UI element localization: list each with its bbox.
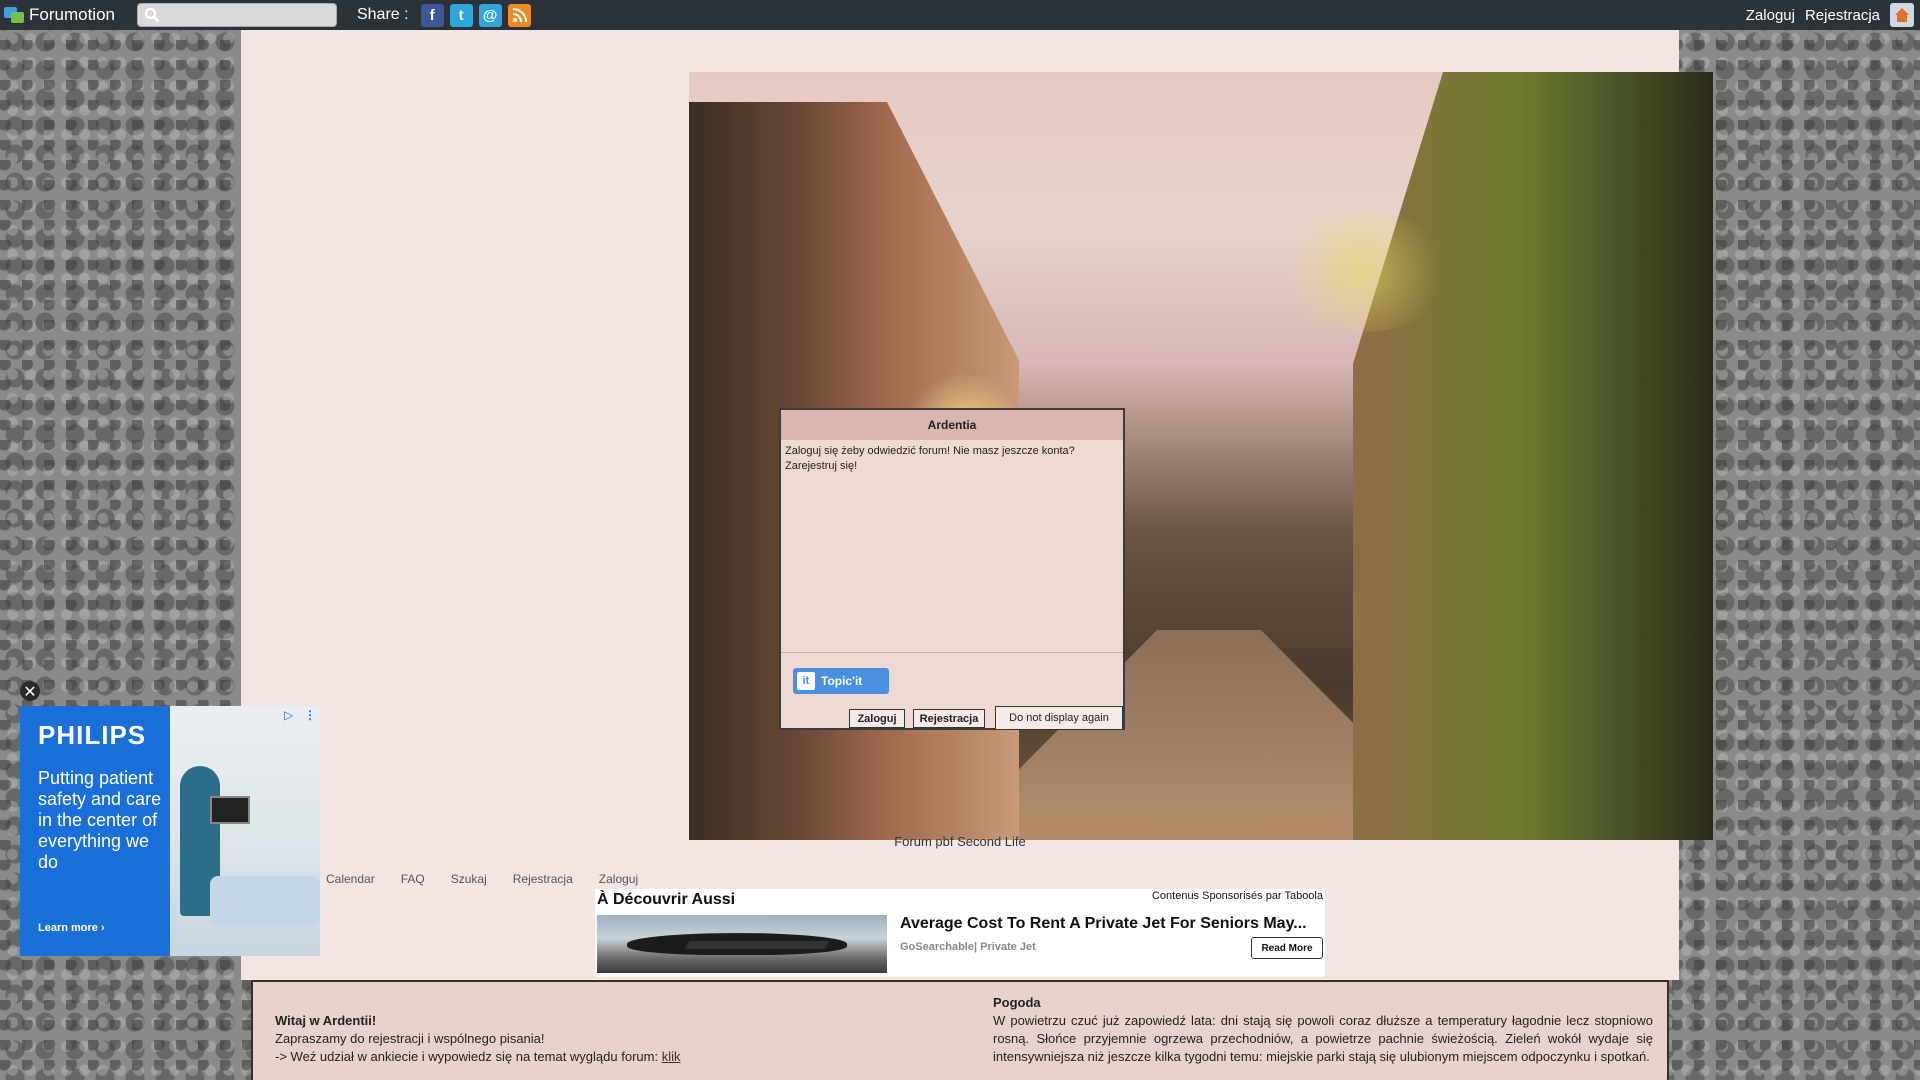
dialog-text: Zaloguj się żeby odwiedzić forum! Nie ma… bbox=[785, 445, 1075, 472]
welcome-line-1: Zapraszamy do rejestracji i wspólnego pi… bbox=[275, 1031, 545, 1046]
search-box[interactable] bbox=[136, 3, 337, 27]
taboola-title[interactable]: Average Cost To Rent A Private Jet For S… bbox=[900, 915, 1307, 933]
dialog-login-button[interactable]: Zaloguj bbox=[849, 709, 905, 728]
dialog-register-button[interactable]: Rejestracja bbox=[913, 709, 985, 728]
weather-section: Pogoda W powietrzu czuć już zapowiedź la… bbox=[993, 994, 1653, 1066]
taboola-heading: À Découvrir Aussi bbox=[597, 891, 736, 908]
ad-brand: PHILIPS bbox=[38, 720, 147, 750]
rss-icon[interactable] bbox=[507, 3, 531, 27]
register-link[interactable]: Rejestracja bbox=[1805, 7, 1880, 24]
ad-close-icon[interactable]: ✕ bbox=[20, 681, 40, 701]
topicit-button[interactable]: it Topic'it bbox=[793, 668, 889, 694]
forumotion-logo-icon bbox=[4, 6, 24, 24]
twitter-icon[interactable]: t bbox=[449, 3, 473, 27]
adchoices-icon[interactable]: ▷ bbox=[284, 708, 298, 722]
search-icon bbox=[144, 8, 160, 23]
philips-ad[interactable]: PHILIPS Putting patient safety and care … bbox=[20, 706, 320, 956]
login-dialog: Ardentia Zaloguj się żeby odwiedzić foru… bbox=[779, 408, 1125, 730]
brand-label: Forumotion bbox=[29, 5, 115, 24]
email-icon[interactable]: @ bbox=[478, 3, 502, 27]
dialog-divider bbox=[781, 652, 1123, 653]
taboola-widget: À Découvrir Aussi Contenus Sponsorisés p… bbox=[595, 889, 1325, 977]
nav-calendar[interactable]: Calendar bbox=[326, 872, 375, 886]
topicit-logo-icon: it bbox=[797, 672, 815, 690]
taboola-source: GoSearchable| Private Jet bbox=[900, 941, 1036, 953]
nav-faq[interactable]: FAQ bbox=[401, 872, 425, 886]
welcome-section: Witaj w Ardentii! Zapraszamy do rejestra… bbox=[275, 1012, 925, 1066]
ad-learn-more[interactable]: Learn more › bbox=[38, 922, 105, 934]
login-link[interactable]: Zaloguj bbox=[1746, 7, 1795, 24]
weather-title: Pogoda bbox=[993, 995, 1041, 1010]
share-label: Share : bbox=[356, 6, 409, 23]
forum-description: Forum pbf Second Life bbox=[894, 834, 1026, 849]
welcome-box: Witaj w Ardentii! Zapraszamy do rejestra… bbox=[251, 980, 1669, 1080]
facebook-icon[interactable]: f bbox=[420, 3, 444, 27]
read-more-button[interactable]: Read More bbox=[1251, 937, 1323, 959]
ad-copy: Putting patient safety and care in the c… bbox=[38, 768, 162, 872]
ad-menu-icon[interactable]: ⋮ bbox=[304, 708, 316, 722]
account-links: Zaloguj Rejestracja bbox=[1746, 0, 1920, 30]
ad-left-panel: PHILIPS Putting patient safety and care … bbox=[20, 706, 170, 956]
share-icons: f t @ bbox=[420, 3, 531, 27]
ad-image bbox=[170, 706, 320, 956]
forum-nav: Calendar FAQ Szukaj Rejestracja Zaloguj bbox=[326, 872, 638, 886]
home-icon[interactable] bbox=[1890, 3, 1914, 27]
taboola-thumbnail[interactable] bbox=[597, 915, 887, 973]
nav-login[interactable]: Zaloguj bbox=[599, 872, 638, 886]
nav-search[interactable]: Szukaj bbox=[451, 872, 487, 886]
weather-text: W powietrzu czuć już zapowiedź lata: dni… bbox=[993, 1013, 1653, 1064]
survey-link[interactable]: klik bbox=[662, 1049, 681, 1064]
taboola-credit[interactable]: Contenus Sponsorisés par Taboola bbox=[1152, 890, 1323, 902]
dialog-title: Ardentia bbox=[781, 410, 1123, 440]
welcome-line-2: -> Weź udział w ankiecie i wypowiedz się… bbox=[275, 1049, 681, 1064]
top-toolbar: Forumotion Share : f t @ Zaloguj Rejestr… bbox=[0, 0, 1920, 30]
do-not-display-button[interactable]: Do not display again bbox=[995, 706, 1123, 730]
welcome-title: Witaj w Ardentii! bbox=[275, 1013, 377, 1028]
forumotion-brand[interactable]: Forumotion bbox=[4, 5, 115, 25]
nav-register[interactable]: Rejestracja bbox=[513, 872, 573, 886]
search-input[interactable] bbox=[137, 4, 336, 26]
